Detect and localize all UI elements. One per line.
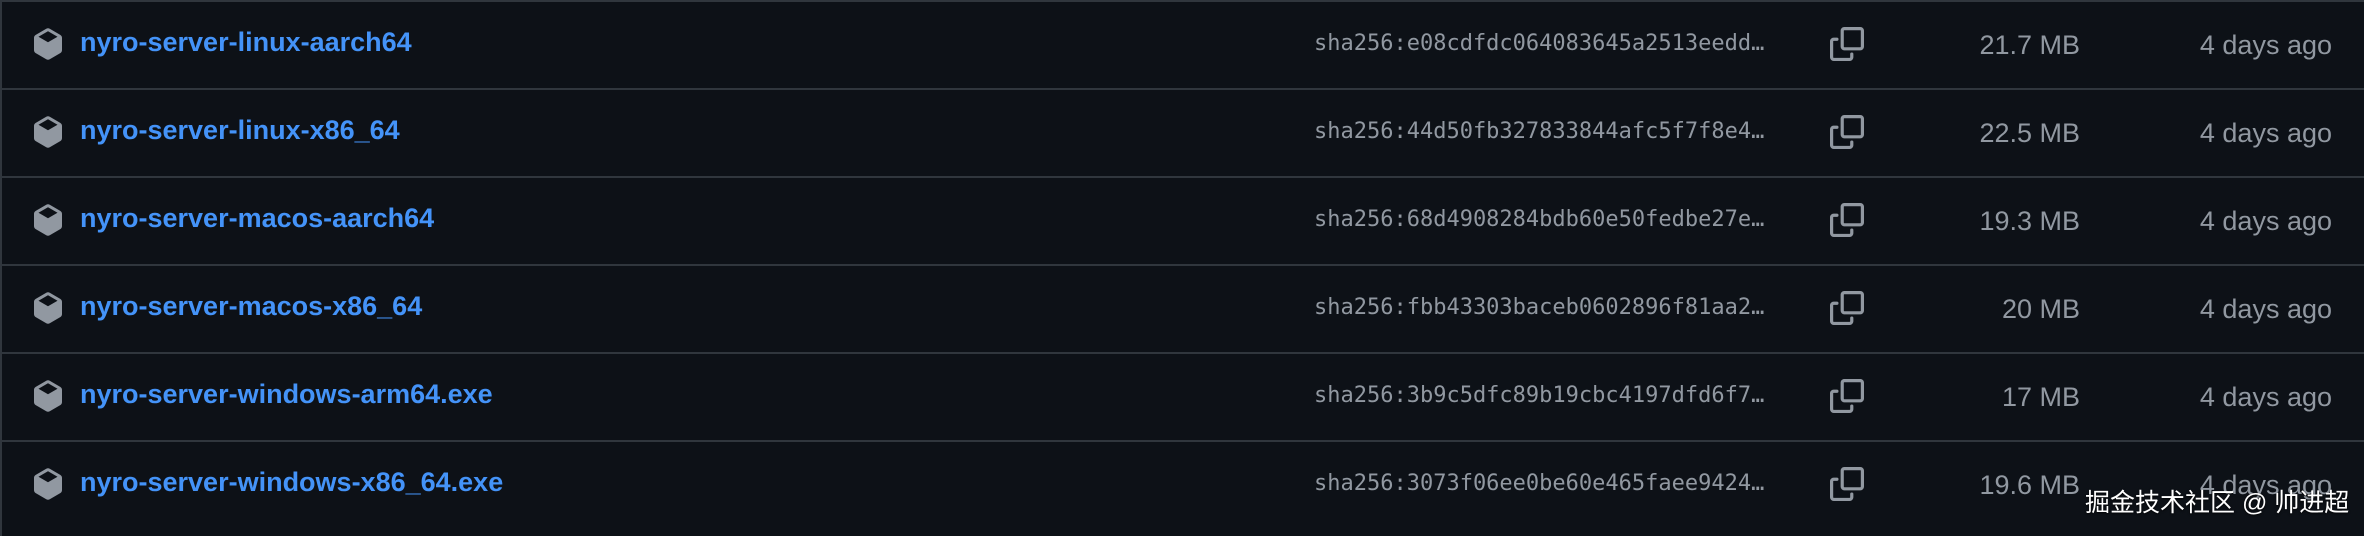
- asset-row: nyro-server-linux-aarch64 sha256:e08cdfd…: [2, 0, 2364, 88]
- package-icon: [32, 380, 64, 412]
- asset-sha256-digest: sha256:68d4908284bdb60e50fedbe27e…: [1314, 207, 1765, 232]
- copy-icon: [1830, 379, 1864, 413]
- copy-icon: [1830, 27, 1864, 61]
- copy-icon: [1830, 115, 1864, 149]
- asset-row: nyro-server-macos-aarch64 sha256:68d4908…: [2, 176, 2364, 264]
- asset-sha256-digest: sha256:e08cdfdc064083645a2513eedd…: [1314, 31, 1765, 56]
- copy-digest-button[interactable]: [1830, 27, 1864, 61]
- asset-file-size: 22.5 MB: [1979, 118, 2080, 148]
- package-icon: [32, 292, 64, 324]
- asset-upload-time: 4 days ago: [2199, 382, 2332, 412]
- asset-sha256-digest: sha256:3073f06ee0be60e465faee9424…: [1314, 471, 1765, 496]
- copy-digest-button[interactable]: [1830, 115, 1864, 149]
- asset-file-size: 19.3 MB: [1979, 206, 2080, 236]
- asset-name-link[interactable]: nyro-server-windows-arm64.exe: [80, 377, 493, 411]
- asset-name-link[interactable]: nyro-server-macos-x86_64: [80, 289, 422, 323]
- asset-upload-time: 4 days ago: [2199, 470, 2332, 500]
- asset-name-link[interactable]: nyro-server-windows-x86_64.exe: [80, 465, 503, 499]
- asset-row: nyro-server-windows-arm64.exe sha256:3b9…: [2, 352, 2364, 440]
- package-icon: [32, 116, 64, 148]
- package-icon: [32, 28, 64, 60]
- copy-digest-button[interactable]: [1830, 291, 1864, 325]
- copy-icon: [1830, 291, 1864, 325]
- release-assets-list: nyro-server-linux-aarch64 sha256:e08cdfd…: [0, 0, 2364, 536]
- asset-row: nyro-server-windows-x86_64.exe sha256:30…: [2, 440, 2364, 536]
- asset-upload-time: 4 days ago: [2199, 206, 2332, 236]
- asset-sha256-digest: sha256:44d50fb327833844afc5f7f8e4…: [1314, 119, 1765, 144]
- copy-digest-button[interactable]: [1830, 467, 1864, 501]
- asset-name-link[interactable]: nyro-server-macos-aarch64: [80, 201, 434, 235]
- asset-upload-time: 4 days ago: [2199, 30, 2332, 60]
- asset-row: nyro-server-macos-x86_64 sha256:fbb43303…: [2, 264, 2364, 352]
- asset-file-size: 21.7 MB: [1979, 30, 2080, 60]
- asset-sha256-digest: sha256:fbb43303baceb0602896f81aa2…: [1314, 295, 1765, 320]
- copy-digest-button[interactable]: [1830, 203, 1864, 237]
- package-icon: [32, 468, 64, 500]
- copy-digest-button[interactable]: [1830, 379, 1864, 413]
- copy-icon: [1830, 203, 1864, 237]
- asset-upload-time: 4 days ago: [2199, 118, 2332, 148]
- asset-upload-time: 4 days ago: [2199, 294, 2332, 324]
- asset-row: nyro-server-linux-x86_64 sha256:44d50fb3…: [2, 88, 2364, 176]
- asset-sha256-digest: sha256:3b9c5dfc89b19cbc4197dfd6f7…: [1314, 383, 1765, 408]
- asset-file-size: 19.6 MB: [1979, 470, 2080, 500]
- package-icon: [32, 204, 64, 236]
- asset-name-link[interactable]: nyro-server-linux-aarch64: [80, 25, 412, 59]
- asset-file-size: 20 MB: [2001, 294, 2080, 324]
- copy-icon: [1830, 467, 1864, 501]
- asset-name-link[interactable]: nyro-server-linux-x86_64: [80, 113, 400, 147]
- asset-file-size: 17 MB: [2001, 382, 2080, 412]
